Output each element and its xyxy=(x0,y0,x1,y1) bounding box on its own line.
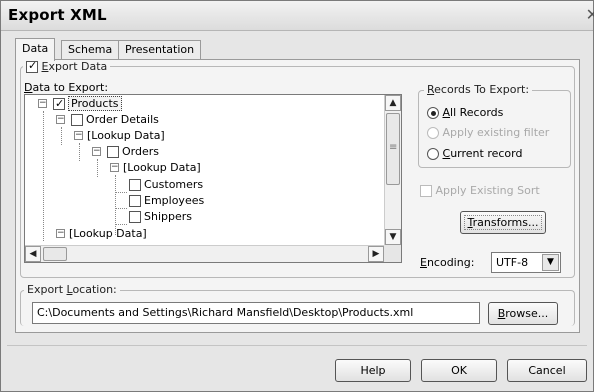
records-to-export-legend: Records To Export: xyxy=(424,83,533,96)
tree-node-label: [Lookup Data] xyxy=(69,227,147,240)
tree-checkbox[interactable] xyxy=(129,179,141,191)
apply-existing-sort-checkbox xyxy=(420,185,432,197)
export-data-checkbox[interactable] xyxy=(26,59,38,73)
data-tab-panel: Export Data Data to Export: − Products −… xyxy=(15,59,580,333)
apply-existing-sort: Apply Existing Sort xyxy=(420,184,540,197)
radio-all-records[interactable]: All Records xyxy=(427,106,503,119)
encoding-label: Encoding: xyxy=(420,256,475,269)
scroll-down-icon[interactable]: ▼ xyxy=(385,229,401,245)
radio-button[interactable] xyxy=(427,148,439,160)
export-path-input[interactable]: C:\Documents and Settings\Richard Mansfi… xyxy=(32,302,480,324)
tree-horizontal-scrollbar[interactable]: ◀ ▶ xyxy=(25,245,385,262)
browse-button[interactable]: Browse... xyxy=(488,302,558,325)
tab-data[interactable]: Data xyxy=(15,38,56,61)
scroll-right-icon[interactable]: ▶ xyxy=(368,246,384,262)
footer-separator xyxy=(7,345,587,346)
tree-line xyxy=(115,224,127,225)
collapse-icon[interactable]: − xyxy=(110,163,119,172)
apply-existing-sort-label: Apply Existing Sort xyxy=(435,184,540,197)
encoding-select[interactable]: UTF-8 ▼ xyxy=(491,252,561,273)
tree-checkbox[interactable] xyxy=(53,96,65,112)
export-data-checkbox-row[interactable]: Export Data xyxy=(23,59,111,73)
encoding-value: UTF-8 xyxy=(496,256,529,269)
transforms-button[interactable]: Transforms... xyxy=(460,211,546,234)
scroll-corner xyxy=(384,245,401,262)
data-to-export-label-rest: ata to Export: xyxy=(32,81,109,94)
tree-line xyxy=(79,143,80,161)
tab-presentation[interactable]: Presentation xyxy=(118,40,202,60)
cancel-button[interactable]: Cancel xyxy=(507,359,587,382)
collapse-icon[interactable]: − xyxy=(74,131,83,140)
scroll-left-icon[interactable]: ◀ xyxy=(25,246,41,262)
tree-node-label: Products xyxy=(68,96,122,111)
tree-line xyxy=(43,111,44,241)
collapse-icon[interactable]: − xyxy=(56,229,65,238)
export-xml-dialog: Export XML ✕ Data Schema Presentation Ex… xyxy=(0,0,594,392)
tree-line xyxy=(61,127,62,145)
radio-label: Apply existing filter xyxy=(442,126,550,139)
radio-label: All Records xyxy=(442,106,504,119)
tree-checkbox[interactable] xyxy=(129,195,141,207)
tree-node-label: [Lookup Data] xyxy=(87,129,165,142)
scroll-thumb[interactable] xyxy=(43,247,67,261)
tree-node-shippers[interactable]: Shippers xyxy=(129,209,192,225)
tree-node-label: Order Details xyxy=(86,113,159,126)
tree-line xyxy=(115,208,127,209)
tree-checkbox[interactable] xyxy=(129,211,141,223)
tree-node-customers[interactable]: Customers xyxy=(129,177,203,193)
tree-line xyxy=(97,159,98,177)
window-title: Export XML xyxy=(8,6,107,24)
tree-checkbox[interactable] xyxy=(71,114,83,126)
data-tree[interactable]: − Products − Order Details − [Lookup Dat… xyxy=(24,94,402,263)
close-icon[interactable]: ✕ xyxy=(586,5,594,24)
grip-icon: ≡ xyxy=(389,142,398,153)
tree-node-label: Shippers xyxy=(144,210,192,223)
records-legend-rest: ecords To Export: xyxy=(434,83,530,96)
tree-node-label: [Lookup Data] xyxy=(123,161,201,174)
radio-current-record[interactable]: Current record xyxy=(427,147,522,160)
tree-line xyxy=(115,192,127,193)
title-bar: Export XML ✕ xyxy=(1,1,594,31)
ok-button[interactable]: OK xyxy=(421,359,497,382)
collapse-icon[interactable]: − xyxy=(92,147,101,156)
radio-button[interactable] xyxy=(427,107,439,119)
radio-label: Current record xyxy=(442,147,523,160)
tree-node-employees[interactable]: Employees xyxy=(129,193,204,209)
export-location-legend: Export Location: xyxy=(24,283,120,296)
transforms-label: Transforms... xyxy=(467,216,539,229)
scroll-thumb[interactable]: ≡ xyxy=(386,113,400,185)
tree-node-label: Employees xyxy=(144,194,205,207)
tab-schema[interactable]: Schema xyxy=(61,40,120,60)
radio-apply-existing-filter: Apply existing filter xyxy=(427,126,549,139)
tree-node-label: Orders xyxy=(122,145,159,158)
collapse-icon[interactable]: − xyxy=(38,99,47,108)
export-data-label: Export Data xyxy=(41,60,108,73)
scroll-up-icon[interactable]: ▲ xyxy=(385,95,401,111)
data-to-export-label: Data to Export: xyxy=(24,81,109,94)
radio-button xyxy=(427,127,439,139)
chevron-down-icon[interactable]: ▼ xyxy=(542,254,559,271)
help-button[interactable]: Help xyxy=(335,359,411,382)
tree-checkbox[interactable] xyxy=(107,146,119,158)
tree-vertical-scrollbar[interactable]: ▲ ≡ ▼ xyxy=(384,95,401,246)
browse-label: Browse... xyxy=(497,307,549,320)
tree-node-label: Customers xyxy=(144,178,204,191)
collapse-icon[interactable]: − xyxy=(56,115,65,124)
